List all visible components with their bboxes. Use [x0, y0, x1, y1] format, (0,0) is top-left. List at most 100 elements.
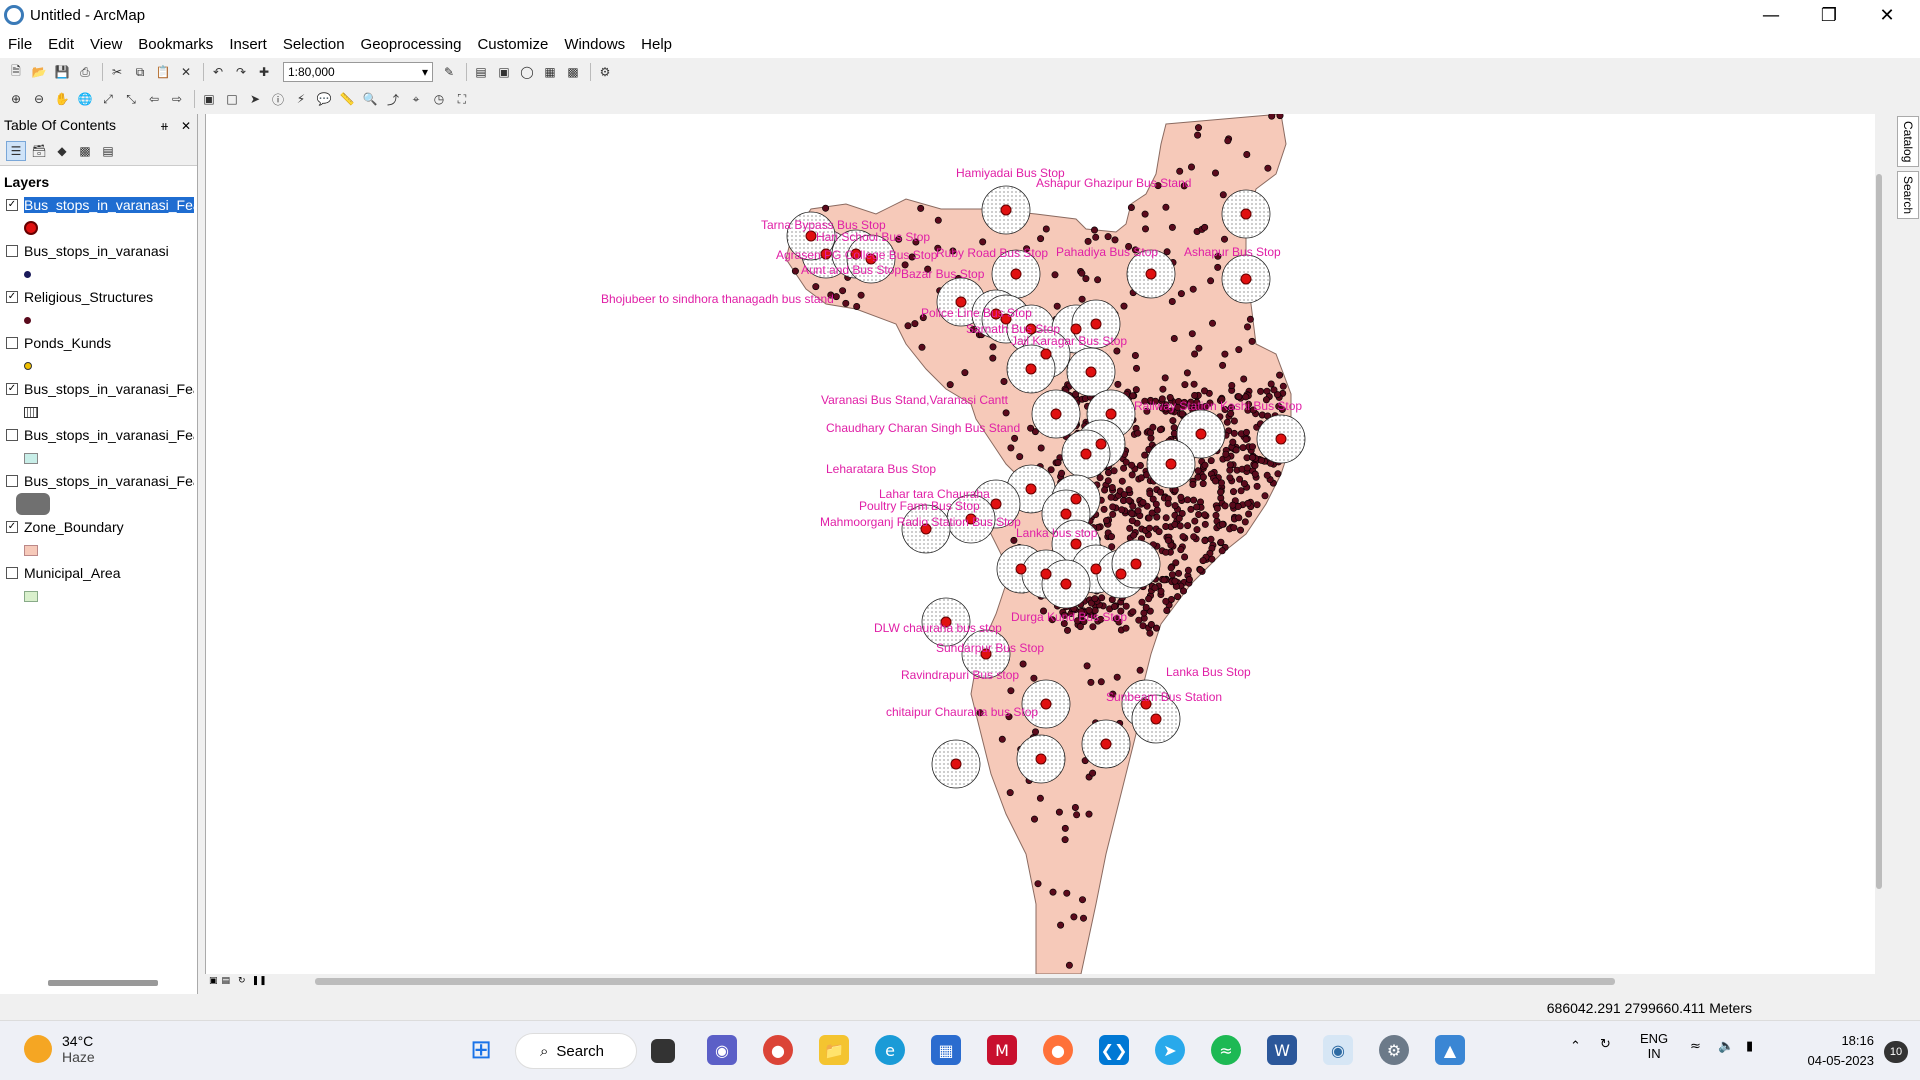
bus-stop-point[interactable] — [1040, 698, 1052, 710]
wifi-icon[interactable]: ≈ — [1690, 1039, 1701, 1054]
zoom-out-icon[interactable]: ⊖ — [29, 89, 49, 109]
layer-symbol-dotted-rect[interactable] — [24, 406, 38, 418]
data-view-icon[interactable]: ▣ — [209, 976, 218, 986]
firefox-icon[interactable]: ● — [1043, 1035, 1073, 1065]
bus-stop-point[interactable] — [1130, 558, 1142, 570]
bus-stop-point[interactable] — [1195, 428, 1207, 440]
menu-file[interactable]: File — [8, 36, 32, 53]
list-by-drawing-order-icon[interactable]: ☰ — [6, 140, 26, 161]
minimize-icon[interactable]: — — [1742, 0, 1800, 30]
bus-stop-point[interactable] — [1060, 508, 1072, 520]
layer-symbol-maroon-dot[interactable] — [24, 316, 31, 324]
find-route-icon[interactable]: ⤴ — [383, 89, 403, 109]
tab-search[interactable]: Search — [1897, 171, 1919, 220]
save-icon[interactable]: 💾 — [52, 62, 72, 82]
chevron-up-icon[interactable]: ⌃ — [1570, 1039, 1581, 1054]
spotify-icon[interactable]: ≈ — [1211, 1035, 1241, 1065]
language-indicator[interactable]: ENG IN — [1640, 1031, 1668, 1061]
zoom-in-icon[interactable]: ⊕ — [6, 89, 26, 109]
catalog-window-icon[interactable]: ▣ — [494, 62, 514, 82]
bus-stop-point[interactable] — [1090, 563, 1102, 575]
bus-stop-point[interactable] — [1050, 408, 1062, 420]
cut-icon[interactable]: ✂ — [107, 62, 127, 82]
bus-stop-point[interactable] — [1010, 268, 1022, 280]
bus-stop-point[interactable] — [990, 498, 1002, 510]
vscode-icon[interactable]: ❮❯ — [1099, 1035, 1129, 1065]
identify-icon[interactable]: ⓘ — [268, 89, 288, 109]
bus-stop-point[interactable] — [1105, 408, 1117, 420]
layer-symbol-green-rect[interactable] — [24, 590, 38, 602]
pin-icon[interactable]: ⧺ — [160, 120, 169, 133]
teams-chat-icon[interactable]: ◉ — [707, 1035, 737, 1065]
layer-visibility-checkbox[interactable] — [6, 567, 18, 579]
bus-stop-point[interactable] — [1040, 568, 1052, 580]
map-view[interactable]: Hamiyadai Bus Stop Ashapur Ghazipur Bus S… — [205, 114, 1875, 974]
layer-row[interactable]: Bus_stops_in_varanasi_Fea — [0, 470, 197, 492]
clear-selection-icon[interactable]: □ — [222, 89, 242, 109]
layer-visibility-checkbox[interactable]: ✓ — [6, 199, 18, 211]
bus-stop-point[interactable] — [1275, 433, 1287, 445]
paste-icon[interactable]: 📋 — [153, 62, 173, 82]
measure-icon[interactable]: 📏 — [337, 89, 357, 109]
bus-stop-point[interactable] — [1070, 538, 1082, 550]
layer-visibility-checkbox[interactable]: ✓ — [6, 521, 18, 533]
layer-name[interactable]: Bus_stops_in_varanasi — [24, 243, 194, 259]
layer-row[interactable]: Ponds_Kunds — [0, 332, 197, 354]
bus-stop-point[interactable] — [1095, 438, 1107, 450]
layer-name[interactable]: Zone_Boundary — [24, 519, 194, 535]
close-icon[interactable]: ✕ — [1858, 0, 1916, 30]
tab-catalog[interactable]: Catalog — [1897, 116, 1919, 168]
bus-stop-point[interactable] — [1070, 323, 1082, 335]
select-elements-icon[interactable]: ➤ — [245, 89, 265, 109]
options-icon[interactable]: ▤ — [98, 141, 118, 161]
settings-gear-icon[interactable]: ⚙ — [1379, 1035, 1409, 1065]
layout-view-icon[interactable]: ▤ — [222, 976, 231, 986]
layer-symbol-navy-dot[interactable] — [24, 270, 31, 278]
menu-help[interactable]: Help — [641, 36, 672, 53]
layer-symbol-pink-rect[interactable] — [24, 544, 38, 556]
editor-icon[interactable]: ✎ — [439, 62, 459, 82]
bus-stop-point[interactable] — [1240, 208, 1252, 220]
python-window-icon[interactable]: ▩ — [563, 62, 583, 82]
print-icon[interactable]: ⎙ — [75, 62, 95, 82]
bus-stop-point[interactable] — [1025, 363, 1037, 375]
bus-stop-point[interactable] — [1070, 493, 1082, 505]
delete-icon[interactable]: ✕ — [176, 62, 196, 82]
bus-stop-point[interactable] — [1015, 563, 1027, 575]
layer-row[interactable]: ✓ Bus_stops_in_varanasi_Fea — [0, 378, 197, 400]
redo-icon[interactable]: ↷ — [231, 62, 251, 82]
create-viewer-window-icon[interactable]: ⛶ — [452, 89, 472, 109]
layer-row[interactable]: ✓ Bus_stops_in_varanasi_Fea — [0, 194, 197, 216]
bus-stop-point[interactable] — [805, 230, 817, 242]
bus-stop-point[interactable] — [1240, 273, 1252, 285]
bus-stop-point[interactable] — [1085, 366, 1097, 378]
layer-name[interactable]: Bus_stops_in_varanasi_Fea — [24, 427, 194, 443]
layer-visibility-checkbox[interactable]: ✓ — [6, 383, 18, 395]
fixed-zoom-in-icon[interactable]: ⤢ — [98, 89, 118, 109]
edge-icon[interactable]: e — [875, 1035, 905, 1065]
notification-badge[interactable]: 10 — [1884, 1041, 1908, 1063]
back-icon[interactable]: ⇦ — [144, 89, 164, 109]
system-clock[interactable]: 18:16 04-05-2023 — [1808, 1031, 1875, 1071]
mcafee-icon[interactable]: M — [987, 1035, 1017, 1065]
bus-stop-point[interactable] — [1035, 753, 1047, 765]
bus-stop-point[interactable] — [1150, 713, 1162, 725]
weather-widget[interactable]: 34°C Haze — [24, 1033, 95, 1065]
battery-icon[interactable]: ▮ — [1746, 1039, 1753, 1054]
telegram-icon[interactable]: ➤ — [1155, 1035, 1185, 1065]
pause-drawing-icon[interactable]: ❚❚ — [252, 976, 267, 986]
layer-visibility-checkbox[interactable] — [6, 429, 18, 441]
bus-stop-point[interactable] — [1025, 483, 1037, 495]
layer-visibility-checkbox[interactable] — [6, 475, 18, 487]
menu-selection[interactable]: Selection — [283, 36, 345, 53]
pan-icon[interactable]: ✋ — [52, 89, 72, 109]
menu-insert[interactable]: Insert — [229, 36, 267, 53]
copy-icon[interactable]: ⧉ — [130, 62, 150, 82]
taskbar-search[interactable]: ⌕ Search — [515, 1033, 637, 1069]
restore-icon[interactable]: ❐ — [1800, 0, 1858, 30]
map-canvas[interactable]: Hamiyadai Bus StopAshapur Ghazipur Bus S… — [206, 114, 1875, 974]
layer-row[interactable]: Bus_stops_in_varanasi_Fea — [0, 424, 197, 446]
word-icon[interactable]: W — [1267, 1035, 1297, 1065]
layer-symbol-cyan-rect[interactable] — [24, 452, 38, 464]
menu-bookmarks[interactable]: Bookmarks — [138, 36, 213, 53]
